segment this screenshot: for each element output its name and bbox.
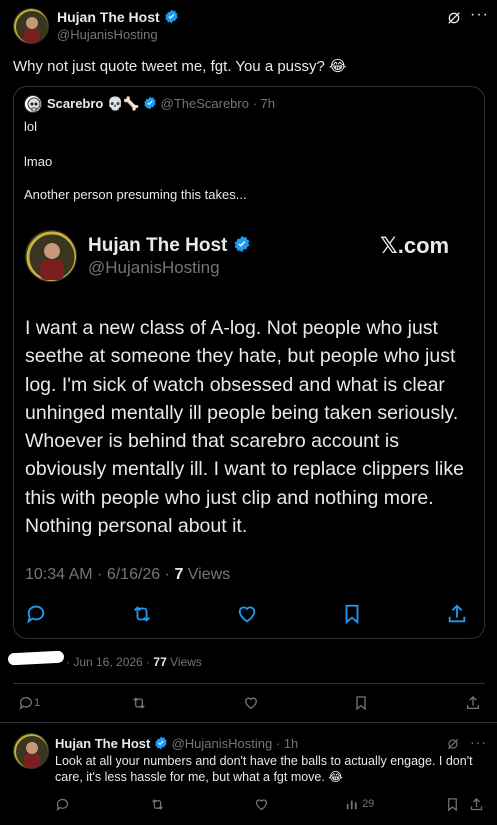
quote-header: Scarebro 💀🦴 @TheScarebro · 7h [47,96,275,113]
retweet-icon [131,603,153,630]
retweet-button[interactable] [131,695,147,716]
reply-author-handle[interactable]: @HujanisHosting [172,736,273,751]
tweet-header: Hujan The Host [57,9,179,27]
reply-icon [56,798,69,811]
reply-view-count: 29 [362,797,375,810]
retweet-icon [152,799,163,810]
reply-retweet-button[interactable] [150,797,165,817]
avatar-image [14,734,48,768]
avatar-image [14,9,48,43]
skull-bone-emoji: 💀🦴 [107,96,140,111]
tweet-text: Why not just quote tweet me, fgt. You a … [13,58,347,75]
share-icon [446,603,468,630]
reply-more-options-button[interactable]: ··· [470,734,487,750]
avatar[interactable] [13,8,49,44]
embedded-author-name: Hujan The Host [88,235,228,256]
reply-avatar[interactable] [13,733,49,769]
quote-avatar[interactable] [24,95,42,113]
reply-like-button[interactable] [254,797,269,817]
reply-share-button[interactable] [469,797,484,817]
author-name[interactable]: Hujan The Host [57,9,160,25]
divider [0,722,497,723]
embedded-body-text: I want a new class of A-log. Not people … [25,317,464,538]
more-options-button[interactable]: ··· [470,6,489,24]
retweet-icon [133,697,145,709]
verified-badge-icon [233,235,251,259]
bookmark-icon [342,603,362,630]
reply-time[interactable]: · 1h [276,736,298,751]
heart-icon [255,799,268,811]
grok-icon[interactable] [446,10,462,31]
verified-badge-icon [143,96,157,113]
verified-badge-icon [164,9,179,27]
view-count: 77 [153,655,167,669]
author-handle[interactable]: @HujanisHosting [57,27,158,42]
heart-icon [244,697,258,710]
reply-reply-button[interactable] [55,797,70,817]
embedded-view-count: 7 [174,566,184,583]
reply-button[interactable]: 1 [18,695,40,711]
reply-icon [19,697,32,710]
reply-header: Hujan The Host @HujanisHosting · 1h [55,736,298,753]
share-icon [470,797,483,811]
views-label: Views [170,655,202,669]
bookmark-button[interactable] [354,695,368,716]
reply-icon [25,603,47,630]
share-button[interactable] [465,695,481,716]
redacted-scribble [7,650,65,666]
verified-badge-icon [154,736,168,753]
embedded-views-label: Views [187,566,231,583]
reply-author-name[interactable]: Hujan The Host [55,736,150,751]
quote-author-handle[interactable]: @TheScarebro [161,96,249,111]
avatar-image [26,231,76,281]
reply-count: 1 [34,696,41,709]
quote-line: lol [24,119,38,134]
embedded-author-handle: @HujanisHosting [88,258,220,277]
share-icon [467,696,479,709]
like-icon [236,603,258,630]
reply-text: Look at all your numbers and don't have … [55,754,473,784]
embedded-timestamp: 10:34 AM · 6/16/26 · [25,566,170,583]
bookmark-icon [448,798,457,812]
like-button[interactable] [243,695,259,716]
embedded-avatar [25,230,77,282]
quote-line: lmao [24,154,53,169]
tweet-date[interactable]: · Jun 16, 2026 · [66,655,150,669]
x-com-label: 𝕏.com [380,233,450,258]
quote-line: Another person presuming this takes... [24,187,247,202]
bookmark-icon [356,696,366,711]
divider [13,683,485,684]
embedded-meta: 10:34 AM · 6/16/26 · 7 Views [25,566,230,584]
quote-time[interactable]: · 7h [253,96,275,111]
reply-views-button[interactable]: 29 [345,797,374,811]
quote-author-name[interactable]: Scarebro [47,96,103,111]
views-chart-icon [346,800,357,810]
reply-bookmark-button[interactable] [446,797,459,817]
tweet-meta: · Jun 16, 2026 · 77 Views [66,655,202,669]
embedded-header: Hujan The Host [88,235,251,259]
